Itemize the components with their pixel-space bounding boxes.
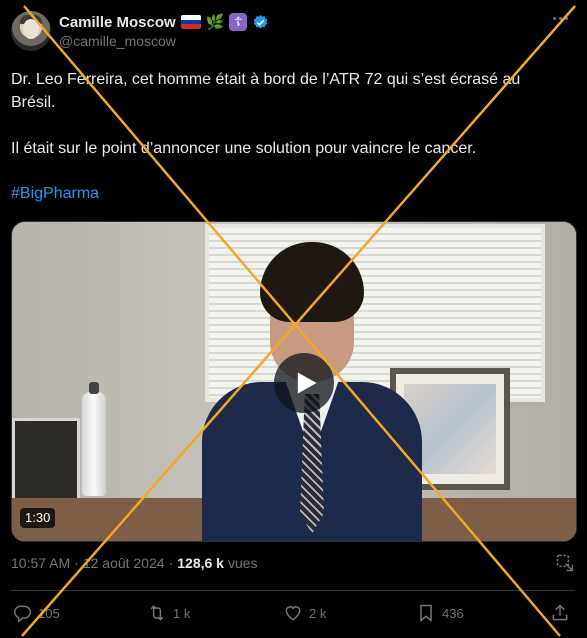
orthodox-cross-icon: ☦ [229, 13, 248, 31]
tweet-time[interactable]: 10:57 AM [11, 555, 70, 571]
retweet-count: 1 k [173, 605, 191, 621]
retweet-button[interactable]: 1 k [147, 600, 190, 626]
meta-separator: · [168, 555, 174, 571]
author-name[interactable]: Camille Moscow [59, 14, 176, 31]
hashtag-link[interactable]: #BigPharma [11, 185, 99, 203]
author-handle[interactable]: @camille_moscow [59, 33, 176, 49]
verified-icon [254, 14, 268, 29]
tweet: Camille Moscow 🌿 ☦ @camille_moscow Dr. L… [0, 0, 587, 638]
views-label: vues [227, 555, 258, 571]
tweet-text-line1: Dr. Leo Ferreira, cet homme était à bord… [11, 71, 521, 111]
more-options-icon[interactable] [549, 10, 571, 26]
reply-icon [14, 605, 32, 623]
divider [11, 590, 575, 591]
bookmark-count: 436 [442, 605, 464, 621]
like-count: 2 k [309, 605, 327, 621]
reply-button[interactable]: 105 [12, 600, 60, 626]
olive-branch-icon: 🌿 [205, 13, 225, 31]
tweet-meta: 10:57 AM · 12 août 2024 · 128,6 k vues [11, 555, 258, 571]
bookmark-icon [420, 604, 432, 623]
grok-analyze-icon[interactable] [555, 553, 575, 573]
action-bar: 105 1 k 2 k 436 [0, 600, 587, 626]
bookmark-button[interactable]: 436 [416, 600, 464, 626]
retweet-icon [150, 605, 164, 621]
tweet-date[interactable]: 12 août 2024 [83, 555, 165, 571]
author-row: Camille Moscow 🌿 ☦ [59, 12, 269, 32]
avatar[interactable] [11, 11, 51, 51]
russia-flag-icon [180, 15, 201, 29]
video-water-bottle [82, 382, 106, 496]
video-duration: 1:30 [20, 508, 56, 528]
video-player[interactable]: 1:30 [11, 221, 577, 542]
share-button[interactable] [550, 600, 570, 626]
play-button[interactable] [274, 353, 334, 413]
play-icon [297, 372, 317, 394]
meta-separator: · [74, 555, 79, 571]
tweet-text-line2: Il était sur le point d’annoncer une sol… [11, 140, 477, 157]
views-count: 128,6 k [177, 555, 224, 571]
heart-icon [285, 606, 301, 621]
reply-count: 105 [38, 605, 60, 621]
avatar-face [23, 19, 39, 39]
like-button[interactable]: 2 k [283, 600, 326, 626]
share-icon [552, 604, 568, 621]
